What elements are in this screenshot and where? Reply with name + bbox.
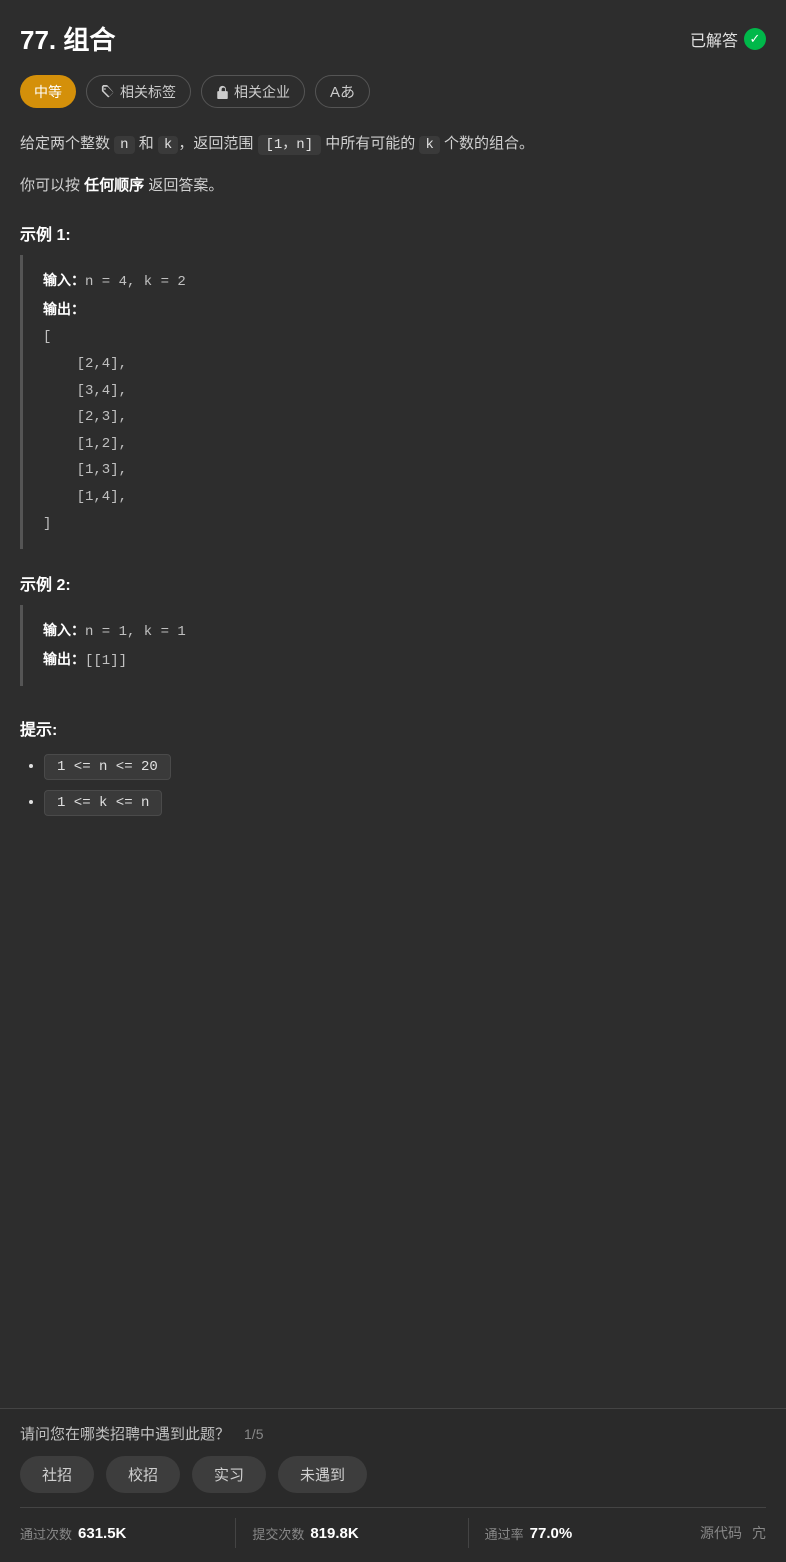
hint-item-2: 1 <= k <= n <box>44 790 766 816</box>
source-code-link[interactable]: 源代码 <box>700 1523 742 1543</box>
submit-count-stat: 提交次数 819.8K <box>236 1524 467 1543</box>
range-code: [1，n] <box>258 135 322 155</box>
example1-line2: [3,4], <box>43 378 746 405</box>
pass-count-value: 631.5K <box>78 1525 126 1542</box>
solved-icon: ✓ <box>744 28 766 50</box>
example1-title: 示例 1: <box>20 221 766 245</box>
stats-row: 通过次数 631.5K 提交次数 819.8K 通过率 77.0% 源代码 宂 <box>20 1507 766 1548</box>
example1-line3: [2,3], <box>43 404 746 431</box>
recruitment-buttons: 社招 校招 实习 未遇到 <box>20 1456 766 1493</box>
pass-rate-stat: 通过率 77.0% <box>469 1524 700 1543</box>
example1-line1: [2,4], <box>43 351 746 378</box>
hints-title: 提示: <box>20 716 766 740</box>
hints-list: 1 <= n <= 20 1 <= k <= n <box>20 754 766 816</box>
related-companies-button[interactable]: 相关企业 <box>201 75 305 108</box>
pass-rate-label: 通过率 <box>485 1524 524 1543</box>
k-code2: k <box>419 136 439 154</box>
k-code: k <box>158 136 178 154</box>
hint-code-1: 1 <= n <= 20 <box>44 754 171 780</box>
pass-count-stat: 通过次数 631.5K <box>20 1524 235 1543</box>
close-link[interactable]: 宂 <box>752 1523 766 1543</box>
recruitment-btn-not-encountered[interactable]: 未遇到 <box>278 1456 367 1493</box>
example1-line5: [1,3], <box>43 457 746 484</box>
font-size-button[interactable]: Aあ <box>315 75 370 108</box>
recruitment-bar: 请问您在哪类招聘中遇到此题？ 1/5 社招 校招 实习 未遇到 通过次数 631… <box>0 1408 786 1562</box>
lock-icon <box>216 85 229 99</box>
hint-item-1: 1 <= n <= 20 <box>44 754 766 780</box>
related-tags-button[interactable]: 相关标签 <box>86 75 191 108</box>
example1-input-value: n = 4, k = 2 <box>85 274 186 290</box>
difficulty-tag[interactable]: 中等 <box>20 75 76 108</box>
pass-count-label: 通过次数 <box>20 1524 72 1543</box>
tags-row: 中等 相关标签 相关企业 Aあ <box>20 75 766 108</box>
pass-rate-value: 77.0% <box>530 1525 573 1542</box>
example1-block: 输入：n = 4, k = 2 输出： [ [2,4], [3,4], [2,3… <box>20 255 766 549</box>
recruitment-question-row: 请问您在哪类招聘中遇到此题？ 1/5 <box>20 1423 766 1444</box>
example2-title: 示例 2: <box>20 571 766 595</box>
solved-badge: 已解答 ✓ <box>690 27 766 51</box>
example2-output-value: [[1]] <box>85 653 127 669</box>
example2-input-value: n = 1, k = 1 <box>85 624 186 640</box>
example2-input-label: 输入： <box>43 622 85 638</box>
example2-block: 输入：n = 1, k = 1 输出：[[1]] <box>20 605 766 686</box>
recruitment-btn-shejia[interactable]: 社招 <box>20 1456 94 1493</box>
tag-icon <box>101 85 115 99</box>
example1-output-value: [ <box>43 324 746 351</box>
example2-output-label: 输出： <box>43 651 85 667</box>
n-code: n <box>114 136 134 154</box>
example1-line4: [1,2], <box>43 431 746 458</box>
example1-input-label: 输入： <box>43 272 85 288</box>
example1-close: ] <box>43 511 746 538</box>
problem-description: 给定两个整数 n 和 k，返回范围 [1，n] 中所有可能的 k 个数的组合。 <box>20 130 766 158</box>
problem-desc-line2: 你可以按 任何顺序 返回答案。 <box>20 172 766 199</box>
submit-count-value: 819.8K <box>310 1525 358 1542</box>
recruitment-page: 1/5 <box>244 1426 263 1442</box>
stats-right: 源代码 宂 <box>700 1523 766 1543</box>
hint-code-2: 1 <= k <= n <box>44 790 162 816</box>
problem-title: 77. 组合 <box>20 20 115 57</box>
example1-output-label: 输出： <box>43 301 85 317</box>
recruitment-btn-shixi[interactable]: 实习 <box>192 1456 266 1493</box>
any-order-text: 任何顺序 <box>84 177 144 194</box>
recruitment-question-text: 请问您在哪类招聘中遇到此题？ <box>20 1423 230 1444</box>
submit-count-label: 提交次数 <box>252 1524 304 1543</box>
recruitment-btn-xiaojia[interactable]: 校招 <box>106 1456 180 1493</box>
example1-line6: [1,4], <box>43 484 746 511</box>
problem-header: 77. 组合 已解答 ✓ <box>20 20 766 57</box>
